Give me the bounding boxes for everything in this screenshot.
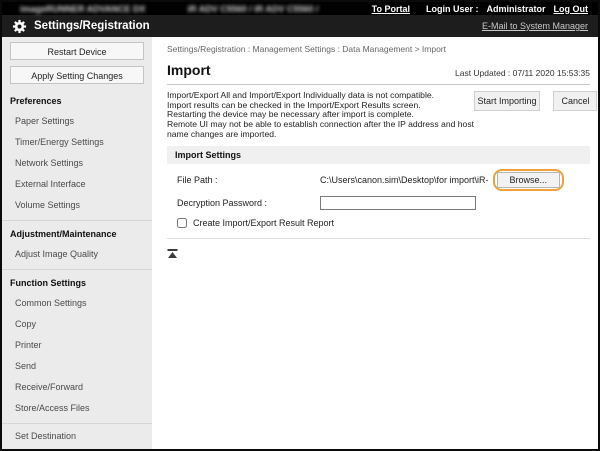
log-out-link[interactable]: Log Out bbox=[554, 4, 589, 14]
sidebar-item-send[interactable]: Send bbox=[2, 356, 152, 377]
last-updated: Last Updated : 07/11 2020 15:53:35 bbox=[455, 68, 590, 78]
sidebar-header-preferences: Preferences bbox=[2, 90, 152, 111]
apply-setting-changes-button[interactable]: Apply Setting Changes bbox=[10, 66, 144, 84]
appbar-title: Settings/Registration bbox=[34, 20, 150, 32]
gear-icon bbox=[12, 19, 27, 34]
action-buttons: Start Importing Cancel bbox=[474, 91, 598, 111]
to-portal-link[interactable]: To Portal bbox=[372, 4, 410, 14]
breadcrumb: Settings/Registration : Management Setti… bbox=[167, 44, 590, 55]
main-content: Settings/Registration : Management Setti… bbox=[152, 37, 598, 449]
restart-device-button[interactable]: Restart Device bbox=[10, 42, 144, 60]
sidebar-group-function-settings: Function Settings Common Settings Copy P… bbox=[2, 269, 152, 419]
sidebar-item-adjust-image-quality[interactable]: Adjust Image Quality bbox=[2, 244, 152, 265]
login-user-label: Login User : bbox=[426, 4, 479, 14]
title-row: Import Last Updated : 07/11 2020 15:53:3… bbox=[167, 63, 590, 85]
page-title: Import bbox=[167, 63, 211, 78]
file-path-value: C:\Users\canon.sim\Desktop\for import\iR… bbox=[320, 175, 489, 185]
sidebar-item-paper-settings[interactable]: Paper Settings bbox=[2, 111, 152, 132]
sidebar-item-common-settings[interactable]: Common Settings bbox=[2, 293, 152, 314]
sidebar: Restart Device Apply Setting Changes Pre… bbox=[2, 37, 152, 449]
sidebar-header-adjustment-maintenance: Adjustment/Maintenance bbox=[2, 223, 152, 244]
sidebar-item-volume-settings[interactable]: Volume Settings bbox=[2, 195, 152, 216]
sidebar-item-receive-forward[interactable]: Receive/Forward bbox=[2, 377, 152, 398]
description-text: Import/Export All and Import/Export Indi… bbox=[167, 91, 474, 140]
sidebar-item-timer-energy-settings[interactable]: Timer/Energy Settings bbox=[2, 132, 152, 153]
browse-highlight-annotation: Browse... bbox=[493, 169, 565, 191]
sidebar-group-preferences: Preferences Paper Settings Timer/Energy … bbox=[2, 90, 152, 216]
sidebar-item-copy[interactable]: Copy bbox=[2, 314, 152, 335]
file-path-label: File Path : bbox=[167, 175, 320, 185]
import-settings-header: Import Settings bbox=[167, 146, 590, 164]
decryption-password-label: Decryption Password : bbox=[167, 198, 320, 208]
sidebar-group-adjustment-maintenance: Adjustment/Maintenance Adjust Image Qual… bbox=[2, 220, 152, 265]
description-line: name changes are imported. bbox=[167, 130, 474, 140]
decryption-password-input[interactable] bbox=[320, 196, 476, 210]
sidebar-item-external-interface[interactable]: External Interface bbox=[2, 174, 152, 195]
topbar: imageRUNNER ADVANCE DX iR ADV C5560 / iR… bbox=[2, 2, 598, 15]
intro-row: Import/Export All and Import/Export Indi… bbox=[167, 91, 590, 140]
back-to-top-icon[interactable] bbox=[167, 245, 178, 263]
cancel-button[interactable]: Cancel bbox=[553, 91, 597, 111]
sidebar-item-network-settings[interactable]: Network Settings bbox=[2, 153, 152, 174]
create-report-label: Create Import/Export Result Report bbox=[193, 218, 334, 228]
sidebar-item-store-access-files[interactable]: Store/Access Files bbox=[2, 398, 152, 419]
sidebar-item-set-destination[interactable]: Set Destination bbox=[2, 426, 152, 447]
browse-button[interactable]: Browse... bbox=[497, 172, 561, 188]
sidebar-group-set-destination: Set Destination bbox=[2, 423, 152, 447]
email-to-system-manager-link[interactable]: E-Mail to System Manager bbox=[482, 21, 588, 31]
create-report-row: Create Import/Export Result Report bbox=[167, 218, 590, 228]
login-user-value: Administrator bbox=[486, 4, 545, 14]
sidebar-header-management-settings: Management Settings bbox=[2, 447, 152, 449]
create-report-checkbox[interactable] bbox=[177, 218, 187, 228]
bottom-divider bbox=[167, 238, 590, 239]
sidebar-group-management-settings: Management Settings User Management Devi… bbox=[2, 447, 152, 449]
device-name-redacted: imageRUNNER ADVANCE DX bbox=[20, 4, 146, 14]
sidebar-item-printer[interactable]: Printer bbox=[2, 335, 152, 356]
sidebar-header-function-settings: Function Settings bbox=[2, 272, 152, 293]
file-path-row: File Path : C:\Users\canon.sim\Desktop\f… bbox=[167, 169, 590, 191]
start-importing-button[interactable]: Start Importing bbox=[474, 91, 540, 111]
decryption-password-row: Decryption Password : bbox=[167, 196, 590, 210]
appbar: Settings/Registration E-Mail to System M… bbox=[2, 15, 598, 37]
device-model-redacted: iR ADV C5560 / iR ADV C5560 / bbox=[188, 4, 319, 14]
remote-ui-window: imageRUNNER ADVANCE DX iR ADV C5560 / iR… bbox=[0, 0, 600, 451]
